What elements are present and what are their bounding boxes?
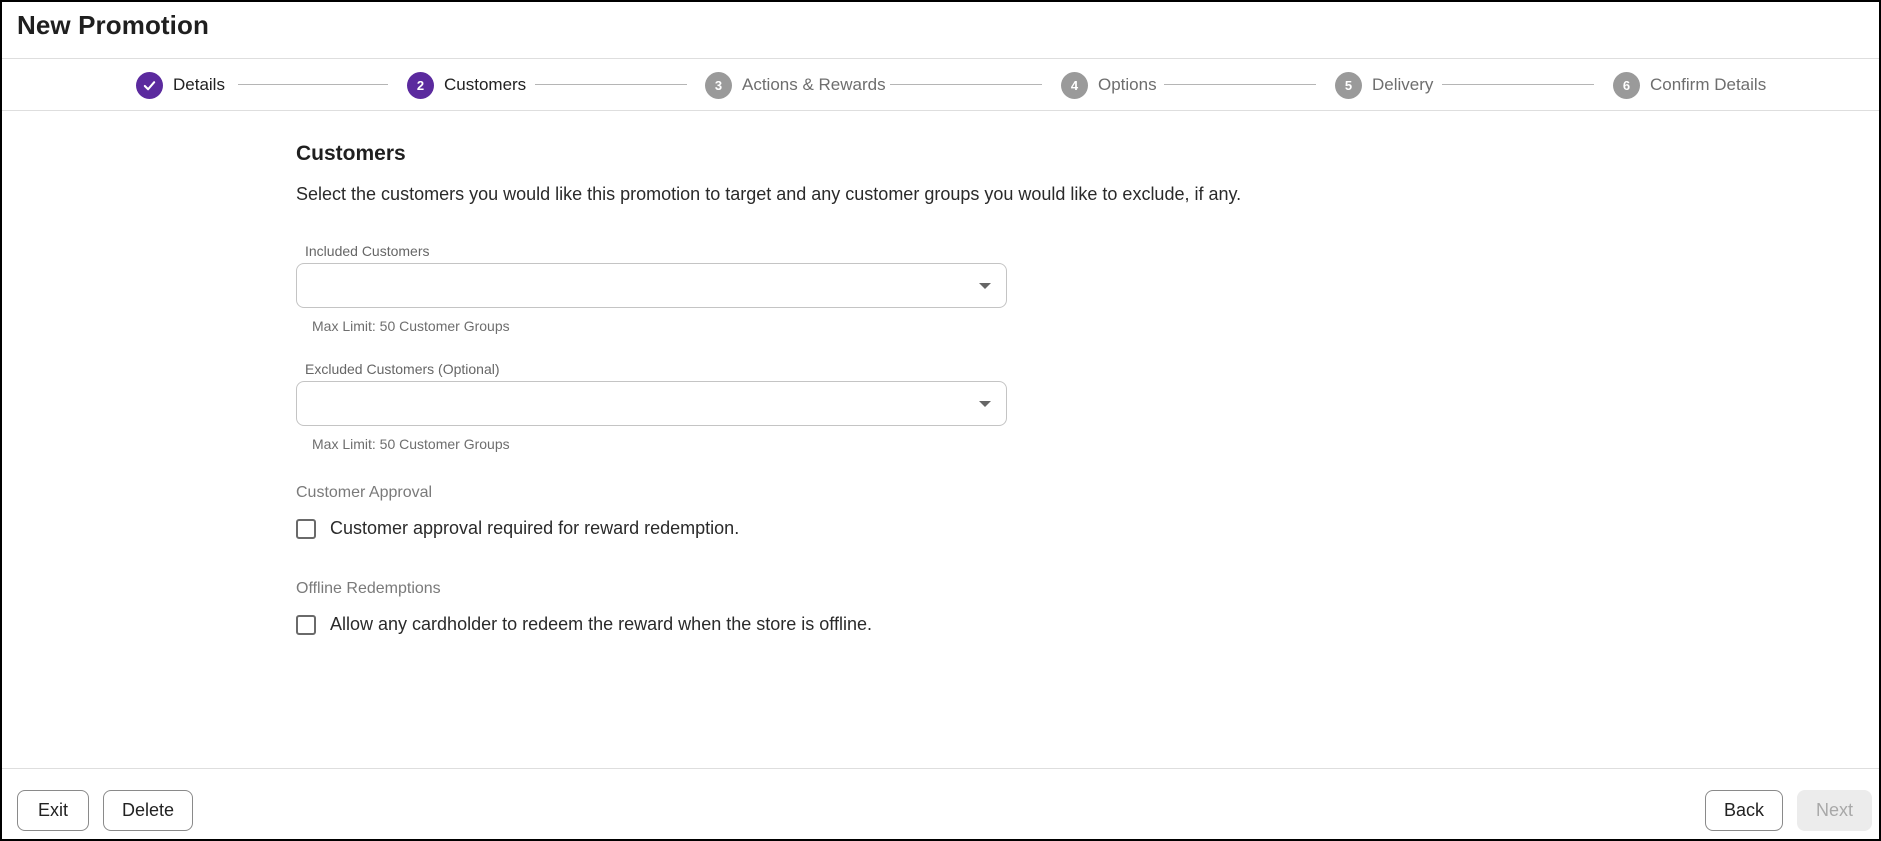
wizard-footer: Exit Delete Back Next <box>2 768 1879 839</box>
included-customers-helper: Max Limit: 50 Customer Groups <box>312 318 510 334</box>
step-6-label: Confirm Details <box>1650 75 1767 94</box>
offline-redemptions-heading: Offline Redemptions <box>296 580 441 597</box>
excluded-customers-select[interactable] <box>296 381 1007 426</box>
step-1-circle <box>136 71 163 99</box>
step-3-label: Actions & Rewards <box>742 75 886 94</box>
next-button[interactable]: Next <box>1797 790 1872 831</box>
step-customers[interactable]: 2 Customers <box>407 59 526 111</box>
offline-redemption-checkbox[interactable] <box>296 614 316 635</box>
included-customers-select[interactable] <box>296 263 1007 308</box>
step-1-label: Details <box>173 75 225 94</box>
customer-approval-checkbox-label: Customer approval required for reward re… <box>330 518 740 538</box>
step-2-label: Customers <box>444 75 527 94</box>
step-6-circle: 6 <box>1613 71 1640 99</box>
section-title: Customers <box>296 142 406 165</box>
step-4-circle: 4 <box>1061 71 1088 99</box>
step-delivery[interactable]: 5 Delivery <box>1335 59 1433 111</box>
customer-approval-heading: Customer Approval <box>296 484 433 501</box>
exit-button[interactable]: Exit <box>17 790 89 831</box>
page-header: New Promotion <box>2 2 1879 59</box>
step-4-label: Options <box>1098 75 1157 94</box>
section-description: Select the customers you would like this… <box>296 184 1242 204</box>
back-button[interactable]: Back <box>1705 790 1783 831</box>
step-details[interactable]: Details <box>136 59 225 111</box>
step-connector <box>890 84 1042 85</box>
step-connector <box>238 84 388 85</box>
page-title: New Promotion <box>17 10 209 40</box>
step-confirm-details[interactable]: 6 Confirm Details <box>1613 59 1766 111</box>
promotion-wizard: New Promotion Details 2 Customers 3 Acti… <box>2 2 1879 839</box>
included-customers-label: Included Customers <box>305 243 430 259</box>
delete-button[interactable]: Delete <box>103 790 193 831</box>
step-3-circle: 3 <box>705 71 732 99</box>
step-connector <box>1164 84 1316 85</box>
step-5-circle: 5 <box>1335 71 1362 99</box>
customer-approval-checkbox[interactable] <box>296 518 316 539</box>
step-connector <box>1442 84 1594 85</box>
excluded-customers-helper: Max Limit: 50 Customer Groups <box>312 436 510 452</box>
step-actions-rewards[interactable]: 3 Actions & Rewards <box>705 59 886 111</box>
excluded-customers-label: Excluded Customers (Optional) <box>305 361 500 377</box>
step-5-label: Delivery <box>1372 75 1434 94</box>
chevron-down-icon <box>979 283 991 289</box>
chevron-down-icon <box>979 401 991 407</box>
step-options[interactable]: 4 Options <box>1061 59 1157 111</box>
step-connector <box>535 84 687 85</box>
check-icon <box>143 80 156 90</box>
offline-redemption-option[interactable]: Allow any cardholder to redeem the rewar… <box>296 614 872 635</box>
step-2-circle: 2 <box>407 71 434 99</box>
wizard-stepper: Details 2 Customers 3 Actions & Rewards … <box>2 59 1879 111</box>
customer-approval-option[interactable]: Customer approval required for reward re… <box>296 518 739 539</box>
offline-redemption-checkbox-label: Allow any cardholder to redeem the rewar… <box>330 614 872 634</box>
